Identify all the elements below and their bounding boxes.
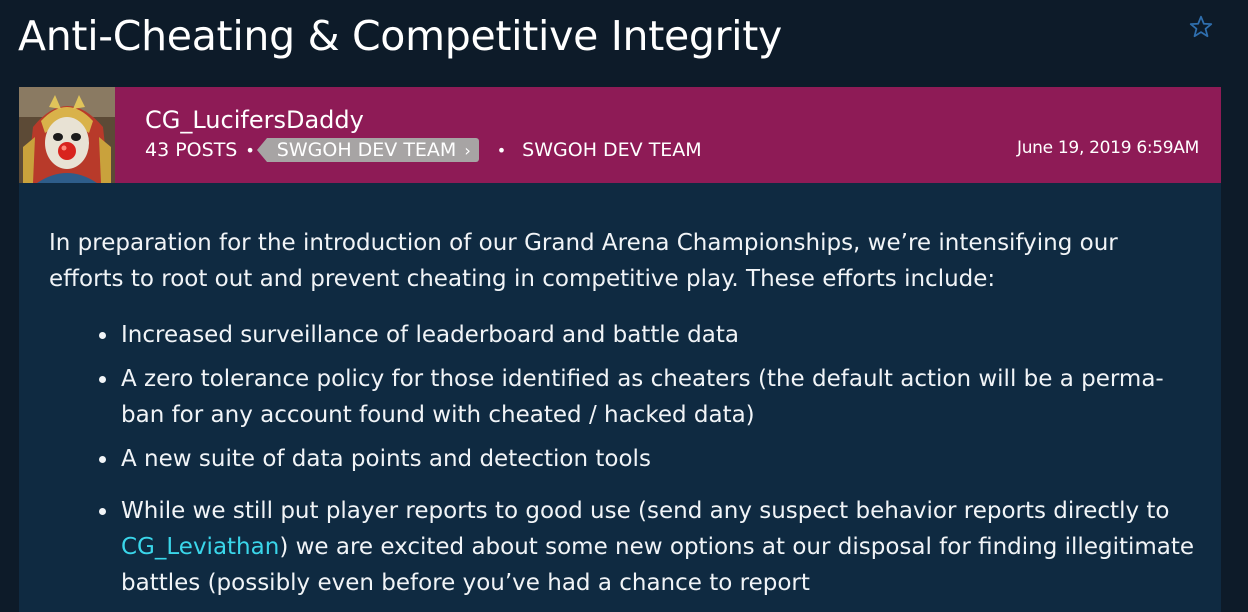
- role-badge[interactable]: SWGOH DEV TEAM ›: [256, 138, 479, 162]
- post-content: In preparation for the introduction of o…: [49, 225, 1199, 609]
- post-intro: In preparation for the introduction of o…: [49, 230, 1118, 292]
- avatar[interactable]: [19, 87, 115, 183]
- thread-title: Anti-Cheating & Competitive Integrity: [18, 12, 783, 60]
- sub-bullet-list: While we still put player reports to goo…: [49, 493, 1199, 601]
- list-item: A new suite of data points and detection…: [99, 441, 1199, 477]
- list-item: While we still put player reports to goo…: [99, 493, 1199, 601]
- chevron-right-icon: ›: [464, 140, 471, 160]
- post-date[interactable]: June 19, 2019 6:59AM: [1017, 137, 1199, 159]
- page: Anti-Cheating & Competitive Integrity CG…: [0, 0, 1248, 612]
- role-label: SWGOH DEV TEAM: [522, 139, 702, 161]
- sub-bullet-text-before: While we still put player reports to goo…: [121, 498, 1170, 524]
- bullet-list: Increased surveillance of leaderboard an…: [49, 317, 1199, 477]
- posts-count: 43 POSTS: [145, 139, 238, 161]
- role-badge-label: SWGOH DEV TEAM: [276, 139, 457, 161]
- list-item: Increased surveillance of leaderboard an…: [99, 317, 1199, 353]
- author-name[interactable]: CG_LucifersDaddy: [145, 105, 364, 135]
- post-header: CG_LucifersDaddy 43 POSTS • SWGOH DEV TE…: [19, 87, 1221, 183]
- post-body: In preparation for the introduction of o…: [19, 183, 1221, 612]
- separator-dot: •: [496, 140, 507, 160]
- user-mention-link[interactable]: CG_Leviathan: [121, 534, 279, 560]
- star-icon[interactable]: [1188, 14, 1214, 40]
- list-item: A zero tolerance policy for those identi…: [99, 361, 1199, 433]
- author-meta: 43 POSTS • SWGOH DEV TEAM › • SWGOH DEV …: [145, 137, 702, 163]
- sub-bullet-text-after: ) we are excited about some new options …: [121, 534, 1195, 596]
- separator-dot: •: [245, 140, 255, 160]
